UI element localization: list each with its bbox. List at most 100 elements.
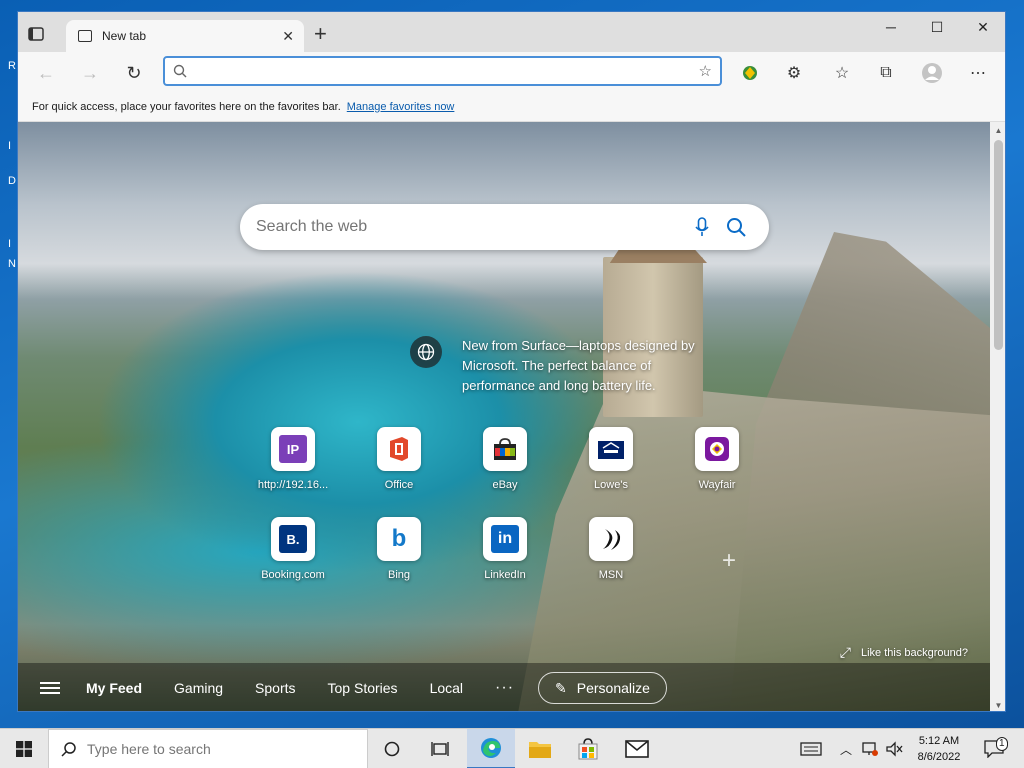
favorites-hint: For quick access, place your favorites h…: [32, 100, 341, 113]
new-tab-page: New from Surface—laptops designed by Mic…: [18, 122, 990, 711]
extensions-icon[interactable]: ⚙: [782, 61, 806, 85]
volume-muted-icon[interactable]: [882, 729, 906, 768]
action-center-button[interactable]: 1: [980, 729, 1008, 768]
add-favorite-icon[interactable]: ☆: [699, 62, 712, 80]
taskbar: ︿ 5:12 AM 8/6/2022 1: [0, 728, 1024, 768]
address-bar[interactable]: ☆: [163, 56, 722, 86]
avatar[interactable]: [920, 61, 944, 85]
tile-label: http://192.16...: [257, 479, 329, 491]
tab-new-tab[interactable]: New tab ✕: [66, 20, 304, 52]
scroll-up-icon[interactable]: ▲: [990, 122, 1005, 138]
quick-link-tile[interactable]: Office: [346, 427, 452, 509]
quick-link-tile[interactable]: MSN: [558, 517, 664, 599]
back-button[interactable]: ←: [32, 60, 60, 86]
search-icon: [61, 742, 76, 757]
tile-label: Wayfair: [698, 479, 736, 491]
tile-label: LinkedIn: [484, 569, 526, 581]
notification-count: 1: [996, 737, 1008, 751]
quick-link-tile[interactable]: b Bing: [346, 517, 452, 599]
taskbar-search[interactable]: [48, 729, 368, 768]
feed-bar: My Feed Gaming Sports Top Stories Local …: [18, 663, 990, 711]
feed-tab-top-stories[interactable]: Top Stories: [328, 680, 398, 696]
cortana-icon: [384, 741, 400, 757]
tile-label: Lowe's: [594, 479, 628, 491]
like-background-button[interactable]: ⤢ Like this background?: [840, 644, 968, 661]
office-icon: [377, 427, 421, 471]
tile-label: MSN: [598, 569, 624, 581]
close-tab-icon[interactable]: ✕: [282, 28, 294, 45]
clock-time: 5:12 AM: [918, 735, 960, 747]
vertical-scrollbar[interactable]: ▲ ▼: [990, 122, 1005, 711]
taskbar-search-input[interactable]: [87, 741, 347, 757]
windows-icon: [16, 741, 32, 757]
close-window-button[interactable]: ✕: [960, 12, 1005, 42]
refresh-button[interactable]: ↻: [120, 60, 148, 86]
start-button[interactable]: [0, 729, 48, 768]
booking-icon: B.: [271, 517, 315, 561]
feed-tab-local[interactable]: Local: [430, 680, 463, 696]
system-clock[interactable]: 5:12 AM 8/6/2022: [904, 733, 974, 765]
scroll-thumb[interactable]: [994, 140, 1003, 350]
folder-icon: [529, 742, 551, 758]
quick-link-tile[interactable]: B. Booking.com: [240, 517, 346, 599]
microphone-icon[interactable]: [685, 210, 719, 244]
wayfair-icon: [695, 427, 739, 471]
taskbar-edge[interactable]: [467, 729, 515, 768]
lowes-icon: [589, 427, 633, 471]
quick-link-tile[interactable]: IP http://192.16...: [240, 427, 346, 509]
tab-title: New tab: [102, 29, 147, 43]
feed-tab-gaming[interactable]: Gaming: [174, 680, 223, 696]
feed-more-button[interactable]: ···: [495, 679, 514, 697]
tile-label: Booking.com: [261, 569, 325, 581]
tab-actions-icon[interactable]: [26, 24, 46, 44]
browser-window: New tab ✕ + ─ ☐ ✕ ← → ↻ ☆ ⚙ ☆ ⧉ ⋯ For qu…: [17, 11, 1006, 712]
taskbar-file-explorer[interactable]: [516, 729, 564, 768]
pencil-icon: ✎: [555, 679, 567, 696]
tile-label: eBay: [492, 479, 518, 491]
mail-icon: [625, 740, 649, 758]
like-background-label: Like this background?: [860, 646, 968, 659]
promo-card[interactable]: New from Surface—laptops designed by Mic…: [410, 336, 722, 396]
ebay-icon: [483, 427, 527, 471]
clock-date: 8/6/2022: [917, 751, 961, 763]
favorites-icon[interactable]: ☆: [830, 61, 854, 85]
ip-icon: IP: [271, 427, 315, 471]
web-search-input[interactable]: [256, 218, 685, 236]
feed-tab-sports[interactable]: Sports: [255, 680, 295, 696]
maximize-button[interactable]: ☐: [914, 12, 960, 42]
bing-icon: b: [377, 517, 421, 561]
add-site-icon[interactable]: +: [722, 547, 736, 575]
taskbar-store[interactable]: [564, 729, 612, 768]
profile-extension-icon[interactable]: [738, 61, 762, 85]
new-tab-button[interactable]: +: [314, 22, 327, 46]
address-input[interactable]: [201, 63, 699, 79]
feed-tab-my-feed[interactable]: My Feed: [86, 680, 142, 696]
settings-more-icon[interactable]: ⋯: [966, 61, 990, 85]
msn-icon: [589, 517, 633, 561]
taskbar-mail[interactable]: [613, 729, 661, 768]
scroll-down-icon[interactable]: ▼: [990, 697, 1005, 711]
search-icon[interactable]: [719, 210, 753, 244]
cortana-button[interactable]: [368, 729, 416, 768]
task-view-button[interactable]: [416, 729, 464, 768]
personalize-button[interactable]: ✎ Personalize: [538, 672, 667, 704]
hamburger-menu-icon[interactable]: [40, 679, 60, 697]
minimize-button[interactable]: ─: [868, 12, 914, 42]
show-hidden-icons-chevron-up-icon[interactable]: ︿: [836, 729, 856, 768]
quick-link-tile[interactable]: eBay: [452, 427, 558, 509]
promo-text: New from Surface—laptops designed by Mic…: [462, 338, 695, 393]
web-search-box[interactable]: [240, 204, 769, 250]
expand-icon: ⤢: [839, 644, 851, 660]
quick-link-tile[interactable]: in LinkedIn: [452, 517, 558, 599]
tile-label: Bing: [387, 569, 411, 581]
collections-icon[interactable]: ⧉: [874, 61, 898, 85]
manage-favorites-link[interactable]: Manage favorites now: [347, 101, 455, 113]
task-view-icon: [431, 742, 449, 756]
search-icon: [173, 64, 187, 78]
quick-link-tile[interactable]: Wayfair: [664, 427, 770, 509]
forward-button[interactable]: →: [76, 60, 104, 86]
edge-icon: [481, 738, 501, 758]
quick-link-tile[interactable]: Lowe's: [558, 427, 664, 509]
network-icon[interactable]: [858, 729, 882, 768]
keyboard-icon[interactable]: [796, 729, 826, 768]
